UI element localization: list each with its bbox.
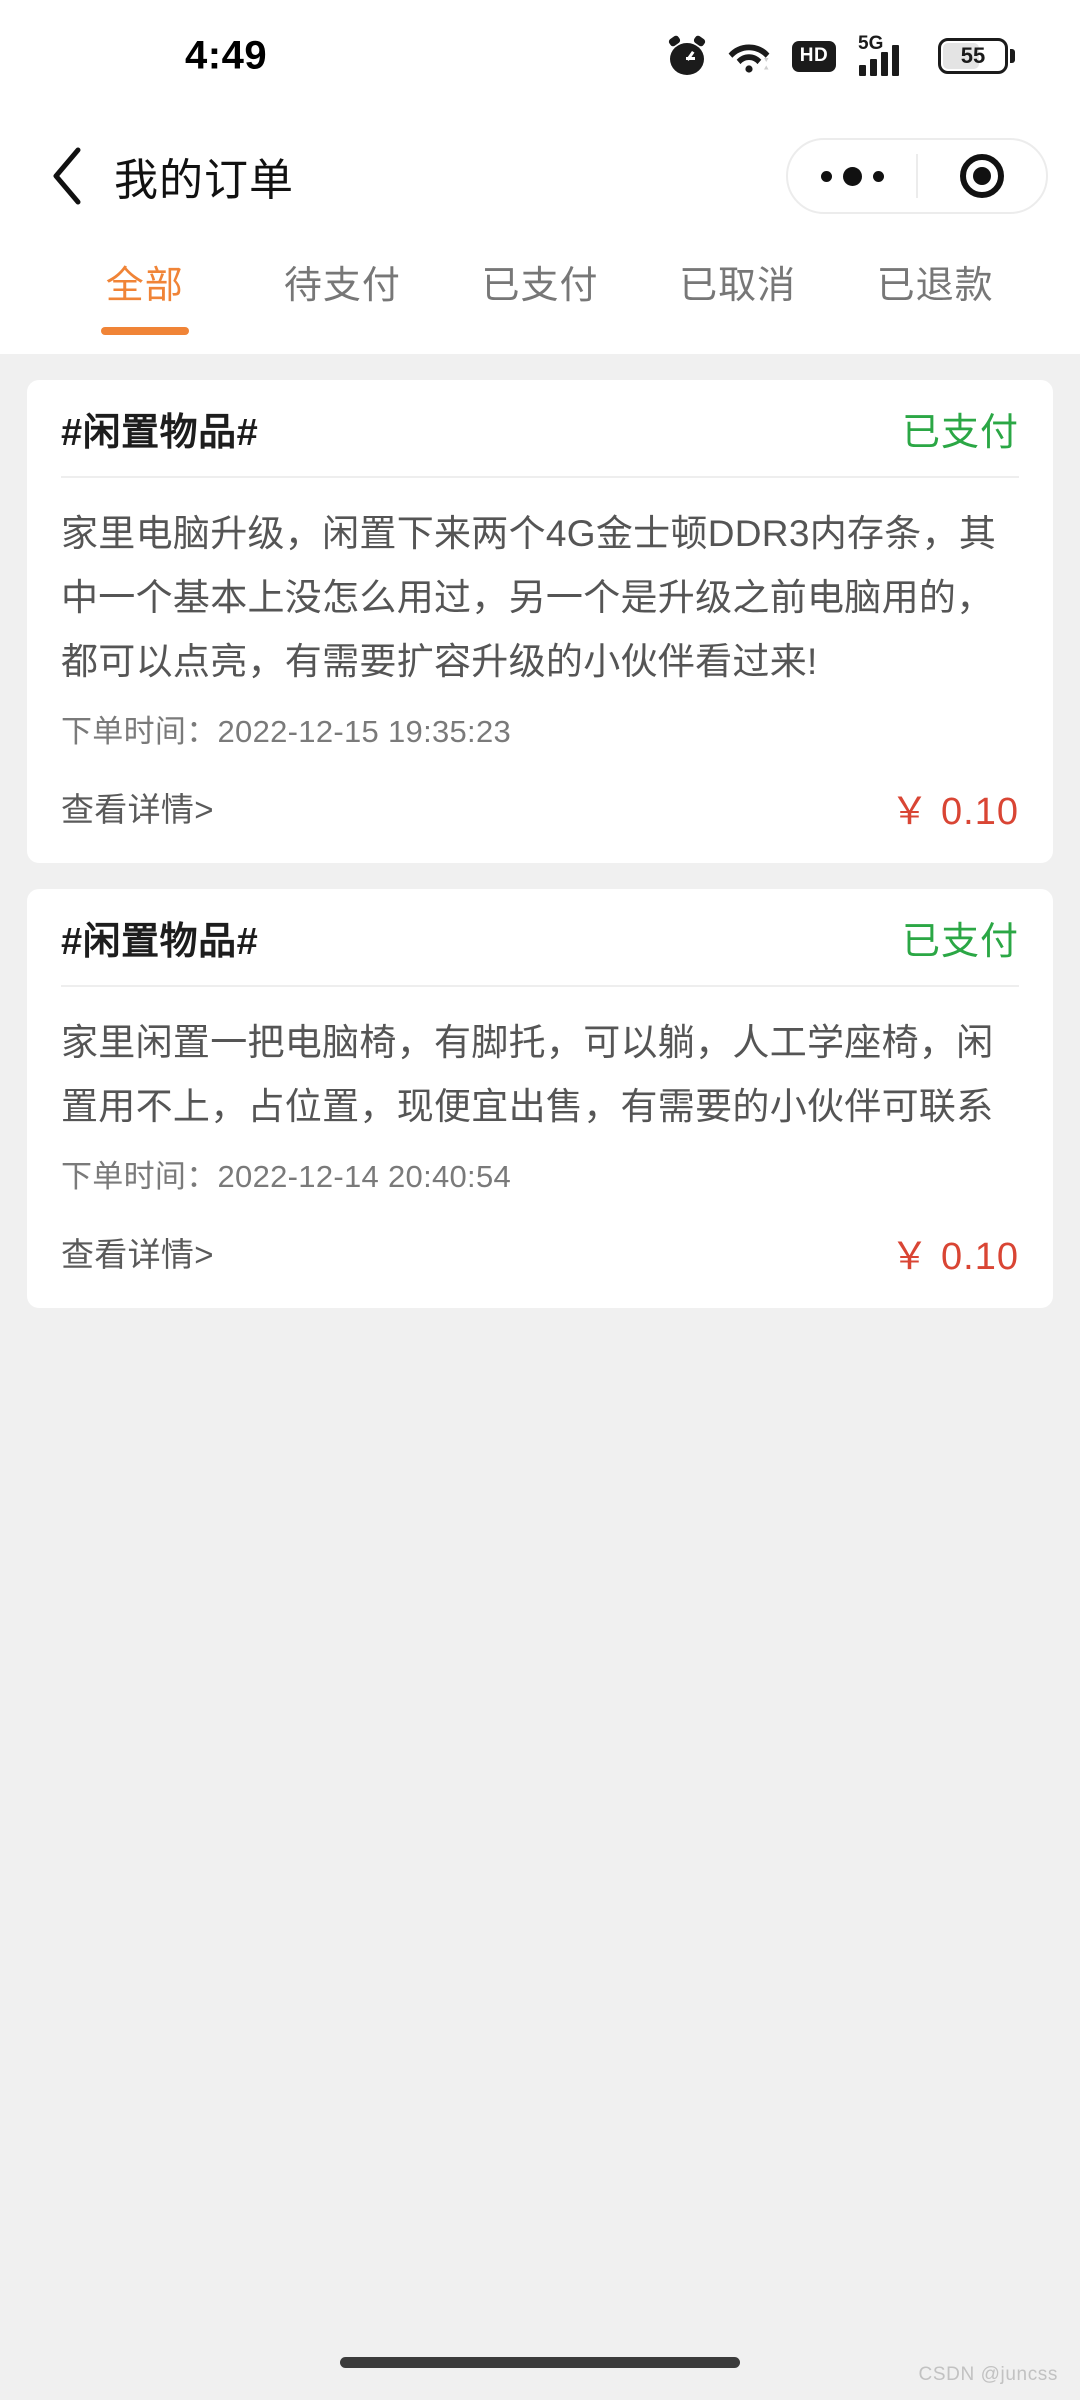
status-bar-clock: 4:49 bbox=[185, 33, 268, 78]
view-detail-link[interactable]: 查看详情> bbox=[61, 1228, 214, 1276]
page-title: 我的订单 bbox=[114, 156, 294, 205]
order-card-footer: 查看详情> ￥ 0.10 bbox=[61, 1196, 1019, 1308]
nav-bar: 我的订单 bbox=[0, 112, 1080, 240]
more-options-icon[interactable] bbox=[788, 166, 916, 186]
tab-all[interactable]: 全部 bbox=[46, 240, 244, 335]
order-card-footer: 查看详情> ￥ 0.10 bbox=[61, 751, 1019, 863]
order-status-tabs: 全部 待支付 已支付 已取消 已退款 bbox=[0, 240, 1080, 354]
status-badge: 已支付 bbox=[901, 920, 1019, 963]
order-price: ￥ 0.10 bbox=[890, 790, 1019, 833]
status-bar: 4:49 HD 5G 55 bbox=[0, 0, 1080, 112]
order-time: 下单时间：2022-12-15 19:35:23 bbox=[61, 714, 512, 749]
battery-percent-label: 55 bbox=[960, 43, 986, 68]
miniprogram-capsule bbox=[786, 138, 1048, 214]
tab-paid-label: 已支付 bbox=[481, 265, 599, 307]
order-card[interactable]: #闲置物品# 已支付 家里电脑升级，闲置下来两个4G金士顿DDR3内存条，其中一… bbox=[27, 380, 1053, 863]
wifi-icon bbox=[728, 39, 770, 73]
view-detail-link[interactable]: 查看详情> bbox=[61, 783, 214, 831]
tab-pending-payment[interactable]: 待支付 bbox=[244, 240, 442, 309]
order-title: #闲置物品# bbox=[61, 920, 259, 963]
tab-cancelled[interactable]: 已取消 bbox=[639, 240, 837, 309]
watermark: CSDN @juncss bbox=[918, 2364, 1058, 2385]
back-icon[interactable] bbox=[34, 143, 100, 209]
tab-cancelled-label: 已取消 bbox=[679, 265, 797, 307]
tab-all-label: 全部 bbox=[105, 265, 184, 307]
battery-icon: 55 bbox=[938, 38, 1015, 74]
tab-refunded[interactable]: 已退款 bbox=[836, 240, 1034, 309]
tab-pending-payment-label: 待支付 bbox=[283, 265, 401, 307]
order-card[interactable]: #闲置物品# 已支付 家里闲置一把电脑椅，有脚托，可以躺，人工学座椅，闲置用不上… bbox=[27, 889, 1053, 1308]
order-list: #闲置物品# 已支付 家里电脑升级，闲置下来两个4G金士顿DDR3内存条，其中一… bbox=[0, 354, 1080, 1308]
phone-screen: 4:49 HD 5G 55 我的订单 全部 待支付 已支付 已取消 已退款 #闲… bbox=[0, 0, 1080, 2400]
signal-5g-icon: 5G bbox=[858, 33, 916, 76]
hd-icon: HD bbox=[792, 40, 836, 72]
order-description: 家里闲置一把电脑椅，有脚托，可以躺，人工学座椅，闲置用不上，占位置，现便宜出售，… bbox=[61, 1022, 994, 1127]
status-bar-icons: HD 5G 55 bbox=[667, 0, 1015, 112]
tab-paid[interactable]: 已支付 bbox=[441, 240, 639, 309]
tab-active-underline bbox=[100, 327, 189, 335]
tab-refunded-label: 已退款 bbox=[876, 265, 994, 307]
close-target-icon[interactable] bbox=[918, 154, 1046, 198]
order-card-header: #闲置物品# 已支付 bbox=[61, 889, 1019, 985]
alarm-icon bbox=[667, 34, 707, 75]
order-price: ￥ 0.10 bbox=[890, 1235, 1019, 1278]
home-indicator[interactable] bbox=[340, 2357, 740, 2368]
network-type-label: 5G bbox=[858, 33, 884, 54]
order-description: 家里电脑升级，闲置下来两个4G金士顿DDR3内存条，其中一个基本上没怎么用过，另… bbox=[61, 513, 997, 682]
order-title: #闲置物品# bbox=[61, 411, 259, 454]
order-card-header: #闲置物品# 已支付 bbox=[61, 380, 1019, 476]
status-badge: 已支付 bbox=[901, 411, 1019, 454]
order-time: 下单时间：2022-12-14 20:40:54 bbox=[61, 1159, 512, 1194]
